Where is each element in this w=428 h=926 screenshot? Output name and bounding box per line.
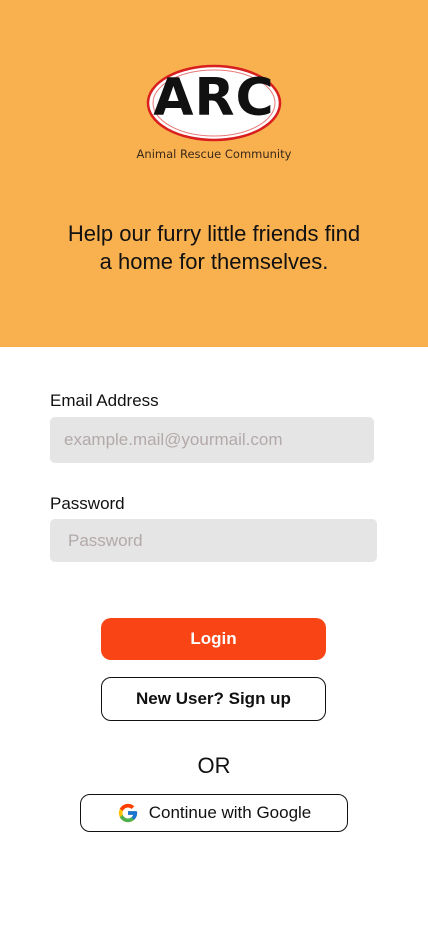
login-button-label: Login: [190, 629, 237, 648]
logo-subtitle: Animal Rescue Community: [136, 147, 292, 161]
or-divider: OR: [197, 753, 231, 778]
hero-banner: ARC Animal Rescue Community Help our fur…: [0, 0, 428, 347]
signup-button-label: New User? Sign up: [136, 689, 291, 708]
google-g-icon: [117, 802, 139, 824]
email-field[interactable]: [50, 417, 374, 463]
continue-with-google-button[interactable]: Continue with Google: [80, 794, 348, 832]
google-button-label: Continue with Google: [148, 803, 312, 822]
email-label: Email Address: [50, 391, 159, 410]
logo-text: ARC: [153, 68, 275, 128]
login-button[interactable]: Login: [101, 618, 326, 660]
hero-tagline: Help our furry little friends find a hom…: [67, 221, 361, 274]
arc-logo: ARC Animal Rescue Community: [137, 60, 291, 164]
password-field[interactable]: [50, 519, 377, 562]
signup-button[interactable]: New User? Sign up: [101, 677, 326, 721]
password-label: Password: [50, 494, 125, 513]
